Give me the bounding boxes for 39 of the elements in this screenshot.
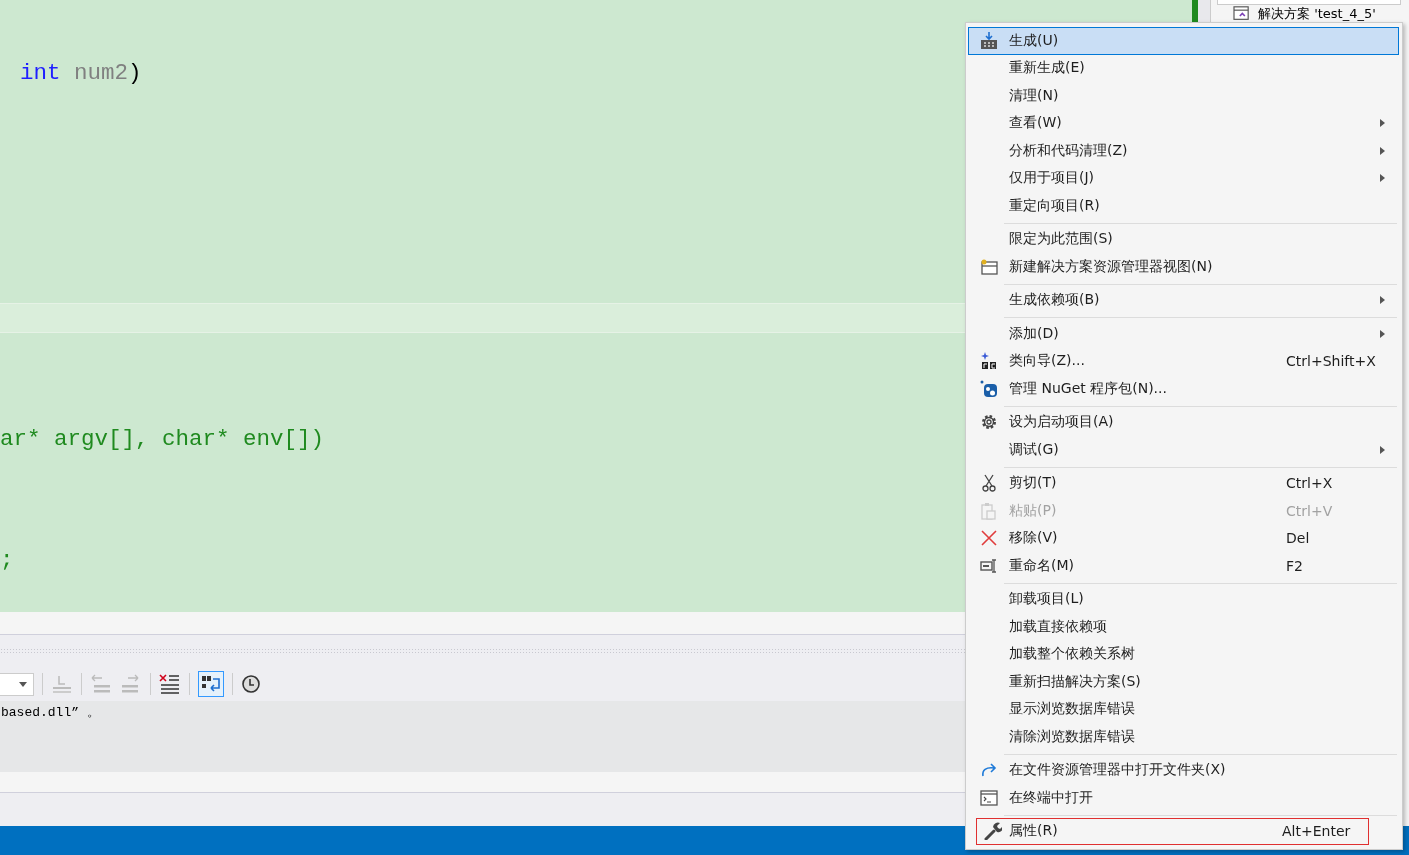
menu-item[interactable]: 清除浏览数据库错误 [968, 723, 1399, 751]
solution-icon [1233, 5, 1250, 21]
menu-item[interactable]: 属性(R) Alt+Enter [976, 817, 1369, 845]
rename-icon [980, 558, 998, 573]
caret-icon [19, 681, 27, 687]
gear-icon [980, 413, 998, 432]
arrow-icon [980, 762, 998, 779]
solution-label[interactable]: 解决方案 'test_4_5' [1258, 5, 1376, 21]
clipboard-icon [981, 501, 997, 520]
code-line: int num2) [19, 60, 142, 86]
source-dropdown[interactable] [0, 672, 34, 696]
word-wrap-toggle[interactable] [198, 671, 224, 697]
scissors-icon [982, 474, 996, 493]
clock-icon[interactable] [241, 674, 261, 694]
clear-all-icon[interactable] [159, 674, 181, 694]
build-icon [980, 31, 998, 50]
output-text: based.dll” 。 [0, 705, 100, 720]
package-icon [980, 379, 998, 398]
submenu-arrow-icon [1380, 329, 1385, 338]
menu-item[interactable]: 生成(U) [968, 27, 1399, 55]
menu-item[interactable]: 在终端中打开 [968, 784, 1399, 812]
menu-item[interactable]: 在文件资源管理器中打开文件夹(X) [968, 756, 1399, 784]
menu-item[interactable]: 显示浏览数据库错误 [968, 695, 1399, 723]
submenu-arrow-icon [1380, 174, 1385, 183]
submenu-arrow-icon [1380, 119, 1385, 128]
change-marker [1192, 0, 1198, 22]
class-wizard-icon [981, 352, 997, 371]
submenu-arrow-icon [1380, 445, 1385, 454]
code-line: ; [0, 547, 14, 573]
new-window-icon [980, 258, 998, 275]
wrench-icon [984, 822, 1002, 841]
menu-item[interactable]: 重新扫描解决方案(S) [968, 668, 1399, 696]
code-line: ar* argv[], char* env[]) [0, 426, 325, 452]
submenu-arrow-icon [1380, 146, 1385, 155]
menu-item[interactable]: 加载直接依赖项 [968, 613, 1399, 641]
submenu-arrow-icon [1380, 296, 1385, 305]
terminal-icon [980, 789, 998, 806]
close-icon [981, 530, 997, 547]
menu-item[interactable]: 加载整个依赖关系树 [968, 640, 1399, 668]
